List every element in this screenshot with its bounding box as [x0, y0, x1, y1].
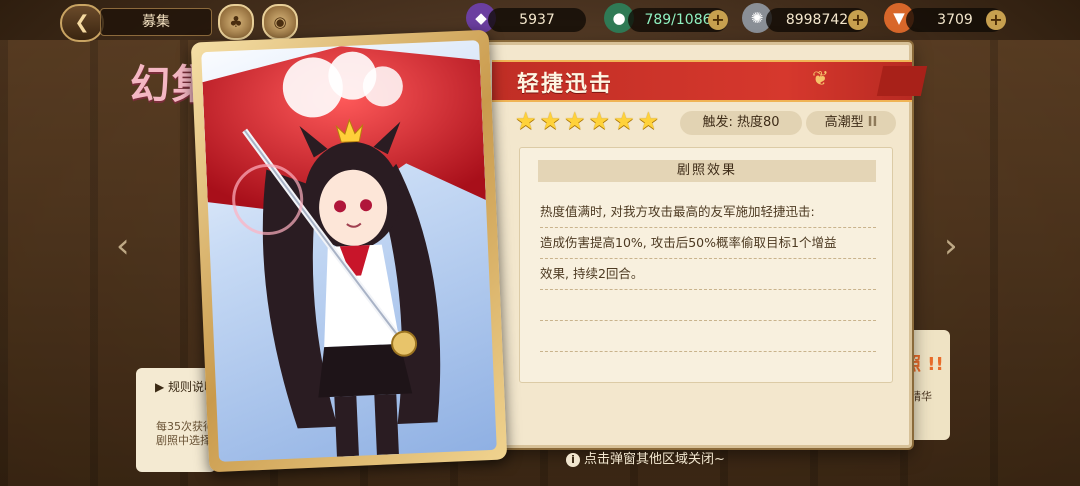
add-coin-button[interactable]: + [848, 10, 868, 30]
star-icon: ★ [515, 107, 537, 135]
back-icon: ❮ [74, 12, 90, 33]
effect-line: 造成伤害提高10%, 攻击后50%概率偷取目标1个增益 [540, 227, 876, 259]
character-art-icon [202, 46, 486, 457]
star-icon: ★ [564, 107, 586, 135]
trigger-condition: 触发: 热度80 [680, 111, 802, 135]
clover-icon[interactable]: ♣ [218, 4, 254, 40]
close-hint[interactable]: i 点击弹窗其他区域关闭~ [566, 448, 725, 467]
crystal-count: 5937 [488, 8, 586, 32]
star-icon: ★ [613, 107, 635, 135]
ornament-icon: ❦ [812, 66, 829, 90]
treasure-icon[interactable]: ◉ [262, 4, 298, 40]
effect-line: 热度值满时, 对我方攻击最高的友军施加轻捷迅击: [540, 196, 876, 228]
character-illustration [201, 40, 497, 462]
character-card [190, 29, 508, 473]
skill-banner-ribbon [876, 66, 928, 96]
info-icon: i [566, 453, 580, 467]
back-button[interactable]: ❮ [60, 4, 104, 42]
close-hint-text: 点击弹窗其他区域关闭~ [584, 452, 725, 467]
prev-arrow-icon[interactable]: ‹ [116, 226, 130, 266]
top-bar: ❮ 募集 ♣ ◉ ◆ 5937 ● 789/1086 + ✺ 8998742 +… [0, 0, 1080, 42]
skill-type: 高潮型 [824, 115, 864, 130]
star-icon: ★ [539, 107, 562, 135]
effect-line: 效果, 持续2回合。 [540, 258, 876, 290]
add-carrot-button[interactable]: + [986, 10, 1006, 30]
star-icon: ★ [588, 107, 611, 135]
page-title: 募集 [100, 8, 212, 36]
next-arrow-icon[interactable]: › [944, 226, 958, 266]
skill-name: 轻捷迅击 [517, 72, 614, 97]
skill-type-level: II [867, 115, 878, 130]
effect-line [540, 320, 876, 352]
star-rating: ★ ★ ★ ★ ★ ★ [515, 108, 659, 134]
add-stamina-button[interactable]: + [708, 10, 728, 30]
effect-line [540, 289, 876, 321]
skill-type-badge: 高潮型 II [806, 111, 896, 135]
star-icon: ★ [637, 107, 660, 135]
effect-header: 剧照效果 [538, 160, 876, 182]
